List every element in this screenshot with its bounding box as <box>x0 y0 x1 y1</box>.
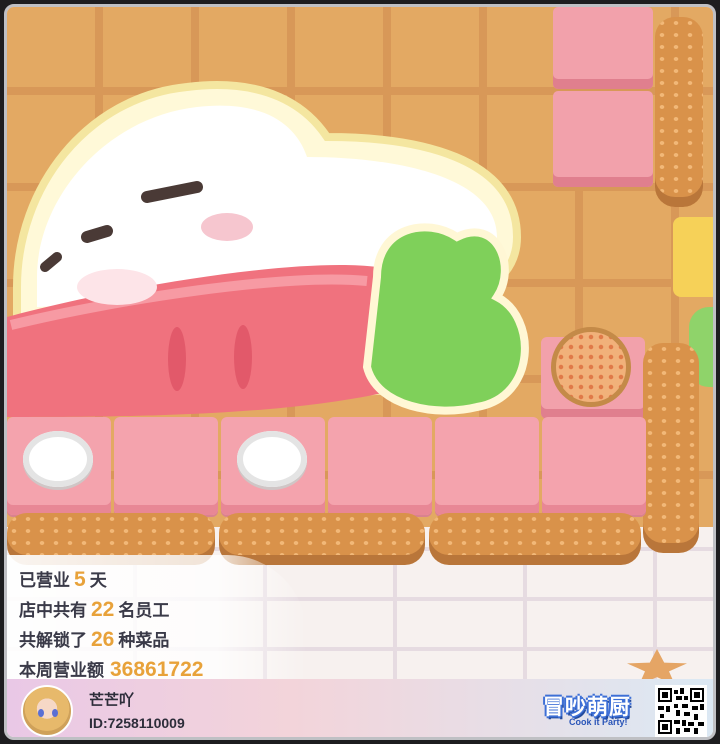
days-open-value: 5 <box>74 568 86 591</box>
dishes-unlocked-value: 26 <box>91 628 115 651</box>
pink-crate-top <box>553 7 653 89</box>
avatar-eye-icon <box>52 709 58 717</box>
burger-bun-dispenser <box>551 327 631 407</box>
bread-wall-right-bottom <box>643 343 699 553</box>
player-avatar <box>21 685 73 737</box>
player-footer: 芒芒吖 ID:7258110009 冒吵萌厨 Cook it Party! <box>7 679 713 737</box>
days-open-unit: 天 <box>89 571 107 590</box>
counter <box>542 417 646 515</box>
counter <box>435 417 539 515</box>
player-id: ID:7258110009 <box>89 715 185 731</box>
weekly-revenue-value: 36861722 <box>110 658 204 681</box>
bread-wall-bottom-middle <box>219 513 425 565</box>
staff-count-value: 22 <box>91 598 115 621</box>
yellow-crate-edge <box>673 217 713 297</box>
dishes-unlocked-line: 共解锁了 26 种菜品 <box>19 625 307 655</box>
plate <box>23 431 93 487</box>
counter-row <box>7 417 649 517</box>
days-open-line: 已营业 5 天 <box>19 565 307 595</box>
counter-with-plate <box>7 417 111 515</box>
counter <box>328 417 432 515</box>
game-logo-subtitle: Cook it Party! <box>569 717 628 727</box>
pink-crate-middle <box>553 91 653 187</box>
qr-code-icon <box>655 685 707 737</box>
bread-wall-right-top <box>655 17 703 207</box>
bread-wall-bottom-right <box>429 513 641 565</box>
plate <box>237 431 307 487</box>
player-username: 芒芒吖 <box>89 692 135 709</box>
staff-count-label: 店中共有 <box>19 601 87 620</box>
game-logo: 冒吵萌厨 Cook it Party! <box>539 687 647 733</box>
dishes-unlocked-unit: 种菜品 <box>118 631 170 650</box>
staff-count-line: 店中共有 22 名员工 <box>19 595 307 625</box>
dishes-unlocked-label: 共解锁了 <box>19 631 87 650</box>
restaurant-stats-panel: 已营业 5 天 店中共有 22 名员工 共解锁了 26 种菜品 本周营业额 36861722 <box>7 555 307 685</box>
avatar-eye-icon <box>38 709 44 717</box>
counter-with-plate <box>221 417 325 515</box>
staff-count-unit: 名员工 <box>118 601 170 620</box>
days-open-label: 已营业 <box>19 571 70 590</box>
weekly-revenue-label: 本周营业额 <box>19 661 104 680</box>
carrot-bunny-mural <box>7 81 529 417</box>
counter <box>114 417 218 515</box>
game-screenshot-frame: 已营业 5 天 店中共有 22 名员工 共解锁了 26 种菜品 本周营业额 36861722 … <box>4 4 716 740</box>
